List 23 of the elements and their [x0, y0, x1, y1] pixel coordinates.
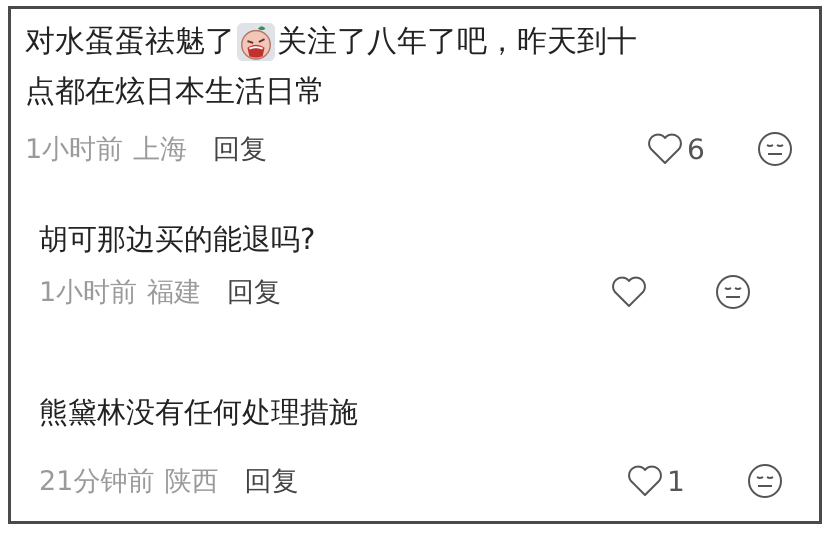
comment-location: 陕西: [164, 465, 218, 499]
like-count: 1: [667, 464, 686, 498]
neutral-face-icon[interactable]: [715, 274, 751, 310]
comment-time: 1小时前: [25, 133, 124, 167]
comment-text: 关注了八年了吧，昨天到十: [277, 23, 637, 61]
neutral-face-icon[interactable]: [747, 463, 783, 499]
heart-icon[interactable]: [627, 465, 663, 497]
like-count: 6: [687, 132, 706, 166]
comment-location: 上海: [133, 133, 188, 167]
comment-time: 21分钟前: [39, 465, 154, 499]
comment-text: 胡可那边买的能退吗?: [39, 222, 316, 256]
reply-link[interactable]: 回复: [244, 463, 298, 499]
comment-text: 熊黛林没有任何处理措施: [39, 395, 358, 429]
comment-location: 福建: [147, 276, 202, 310]
neutral-face-icon[interactable]: [757, 131, 793, 167]
comment-text: 点都在炫日本生活日常: [25, 74, 325, 109]
reply-link[interactable]: 回复: [213, 131, 268, 167]
reply-link[interactable]: 回复: [227, 274, 282, 310]
comment-time: 1小时前: [39, 276, 138, 310]
comment-text: 对水蛋蛋祛魅了: [25, 23, 235, 61]
heart-icon[interactable]: [611, 276, 647, 308]
crying-emoji-icon: [237, 23, 275, 61]
heart-icon[interactable]: [647, 133, 683, 165]
